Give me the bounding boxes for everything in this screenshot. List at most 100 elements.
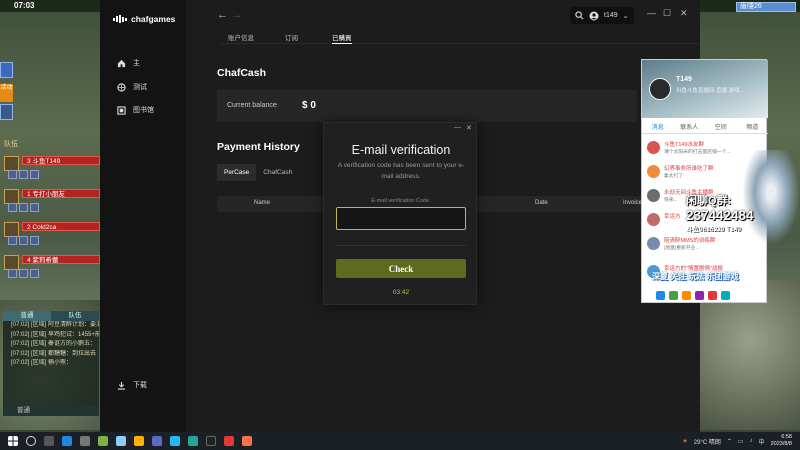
chafcash-title: ChafCash xyxy=(217,67,267,79)
search-icon[interactable] xyxy=(26,436,36,446)
close-icon[interactable]: ✕ xyxy=(680,8,688,19)
taskbar: ☀ 29°C 晴朗 ⌃ ▭ ♪ 中 6:58 2023/8/8 xyxy=(0,432,800,450)
qq-app-icon[interactable] xyxy=(669,290,678,300)
chat-line: [07:02] [区域] 早鸡犯试：1455+前 xyxy=(11,331,99,338)
verification-code-input[interactable] xyxy=(336,207,466,230)
minimize-icon[interactable]: — xyxy=(454,124,461,131)
qq-app-icon[interactable] xyxy=(721,290,730,300)
game-top-right-label[interactable]: 唐隱26 xyxy=(736,2,796,12)
sidebar-item-library[interactable]: 图书馆 xyxy=(117,105,154,115)
column-header-date: Date xyxy=(535,200,548,206)
sidebar-item-downloads[interactable]: 下载 xyxy=(117,380,147,390)
tab-chafcash[interactable]: ChafCash xyxy=(256,164,299,181)
qq-app-icon[interactable] xyxy=(682,290,691,300)
qq-tab-contacts[interactable]: 联系人 xyxy=(674,122,706,133)
volume-icon[interactable]: ♪ xyxy=(750,438,753,444)
qq-avatar[interactable] xyxy=(649,78,671,100)
party-member[interactable]: 4 紫莉希蕾 xyxy=(4,255,100,285)
chat-line: [07:02] [区域] 阿豆清醉计划：要消 xyxy=(11,322,99,328)
qq-app-icon[interactable] xyxy=(695,290,704,300)
forward-arrow-icon[interactable]: → xyxy=(231,9,242,21)
qq-app-icon[interactable] xyxy=(656,290,665,300)
party-member[interactable]: 3 斗鱼T149 xyxy=(4,156,100,186)
app-icon[interactable] xyxy=(206,436,216,446)
chat-tabs: 普通 队伍 xyxy=(3,311,99,321)
app-icon[interactable] xyxy=(170,436,180,446)
party-avatar xyxy=(4,222,19,237)
party-avatar xyxy=(4,189,19,204)
qq-tab-space[interactable]: 空间 xyxy=(705,122,737,133)
weather-text: 29°C 晴朗 xyxy=(693,439,721,446)
dialog-title: E-mail verification xyxy=(351,143,451,157)
game-time: 07:03 xyxy=(14,1,35,10)
app-icon[interactable] xyxy=(224,436,234,446)
game-side-icon[interactable] xyxy=(0,62,13,78)
verification-code-label: E-mail verification Code. xyxy=(371,198,431,204)
tab-account-info[interactable]: 账户信息 xyxy=(228,32,254,44)
maximize-icon[interactable]: ☐ xyxy=(663,8,671,19)
activity-label[interactable]: 活动 xyxy=(0,84,13,102)
qq-group-room: 斗鱼9616229 T149 xyxy=(686,226,741,233)
qq-app-icon[interactable] xyxy=(708,290,717,300)
qq-message-text: [地盘]重新开业... xyxy=(664,246,700,251)
app-icon[interactable] xyxy=(152,436,162,446)
tab-subscriptions[interactable]: 订阅 xyxy=(285,32,298,44)
app-icon[interactable] xyxy=(80,436,90,446)
app-icon[interactable] xyxy=(116,436,126,446)
qq-group-overlay: 闲聊Q群: 237442484 斗鱼9616229 T149 xyxy=(686,192,766,233)
sidebar-item-home[interactable]: 主 xyxy=(117,58,140,68)
dialog-divider xyxy=(336,245,466,246)
tab-purchased[interactable]: 已購買 xyxy=(332,32,352,44)
party-buff-icons xyxy=(8,236,68,245)
party-member[interactable]: 1 专打小朋友 xyxy=(4,189,100,219)
tab-percase[interactable]: PerCase xyxy=(217,164,257,181)
chevron-up-icon[interactable]: ⌃ xyxy=(727,438,732,445)
game-chat-box: 普通 队伍 [07:02] [区域] 阿豆清醉计划：要消 [07:02] [区域… xyxy=(3,311,99,416)
qq-message-name: 幻界事务所谁吃了群 xyxy=(664,166,714,172)
edge-icon[interactable] xyxy=(62,436,72,446)
back-arrow-icon[interactable]: ← xyxy=(217,9,228,21)
chat-input[interactable]: 普通 xyxy=(3,406,99,416)
qq-tab-channels[interactable]: 频道 xyxy=(737,122,769,133)
qq-tabs: 消息 联系人 空间 频道 xyxy=(642,122,768,134)
app-icon[interactable] xyxy=(134,436,144,446)
sidebar-item-label: 图书馆 xyxy=(133,107,154,114)
app-icon[interactable] xyxy=(188,436,198,446)
clock-date: 2023/8/8 xyxy=(770,441,792,447)
chevron-down-icon: ⌄ xyxy=(622,12,629,20)
chat-tab-normal[interactable]: 普通 xyxy=(3,311,51,321)
system-tray: ☀ 29°C 晴朗 ⌃ ▭ ♪ 中 6:58 2023/8/8 xyxy=(682,432,792,450)
username: t149 xyxy=(604,12,618,19)
avatar-icon xyxy=(589,11,599,20)
check-button[interactable]: Check xyxy=(336,259,466,278)
chat-tab-party[interactable]: 队伍 xyxy=(51,311,99,321)
game-side-icon-2[interactable] xyxy=(0,104,13,120)
party-buff-icons xyxy=(8,269,68,278)
network-icon[interactable]: ▭ xyxy=(738,438,744,445)
party-member-name: 2 Cold2ca xyxy=(22,222,100,231)
task-view-icon[interactable] xyxy=(44,436,54,446)
app-icon[interactable] xyxy=(98,436,108,446)
party-member[interactable]: 2 Cold2ca xyxy=(4,222,100,252)
brand-logo[interactable]: chafgames xyxy=(113,14,175,24)
download-icon xyxy=(117,381,126,390)
user-menu[interactable]: t149 ⌄ xyxy=(570,7,634,24)
qq-toolbar xyxy=(642,286,768,304)
sidebar-item-browse[interactable]: 测试 xyxy=(117,82,147,92)
party-buff-icons xyxy=(8,170,68,179)
countdown-timer: 03:42 xyxy=(392,289,410,296)
qq-header: T149 抖鱼斗鱼直播间 直播 游戏... xyxy=(642,60,768,118)
close-icon[interactable]: ✕ xyxy=(466,124,472,132)
library-icon xyxy=(117,105,126,115)
qq-message-name: 陪清醉MMS的训练群 xyxy=(664,238,716,244)
sidebar-item-label: 测试 xyxy=(133,84,147,91)
party-buff-icons xyxy=(8,203,68,212)
app-icon[interactable] xyxy=(242,436,252,446)
qq-tab-messages[interactable]: 消息 xyxy=(642,122,674,133)
windows-start-icon[interactable] xyxy=(8,436,18,446)
balance-card: Current balance $ 0 xyxy=(217,90,637,122)
search-icon xyxy=(575,11,584,20)
minimize-icon[interactable]: — xyxy=(647,8,656,18)
clock[interactable]: 6:58 2023/8/8 xyxy=(771,434,792,448)
input-language[interactable]: 中 xyxy=(759,437,765,446)
